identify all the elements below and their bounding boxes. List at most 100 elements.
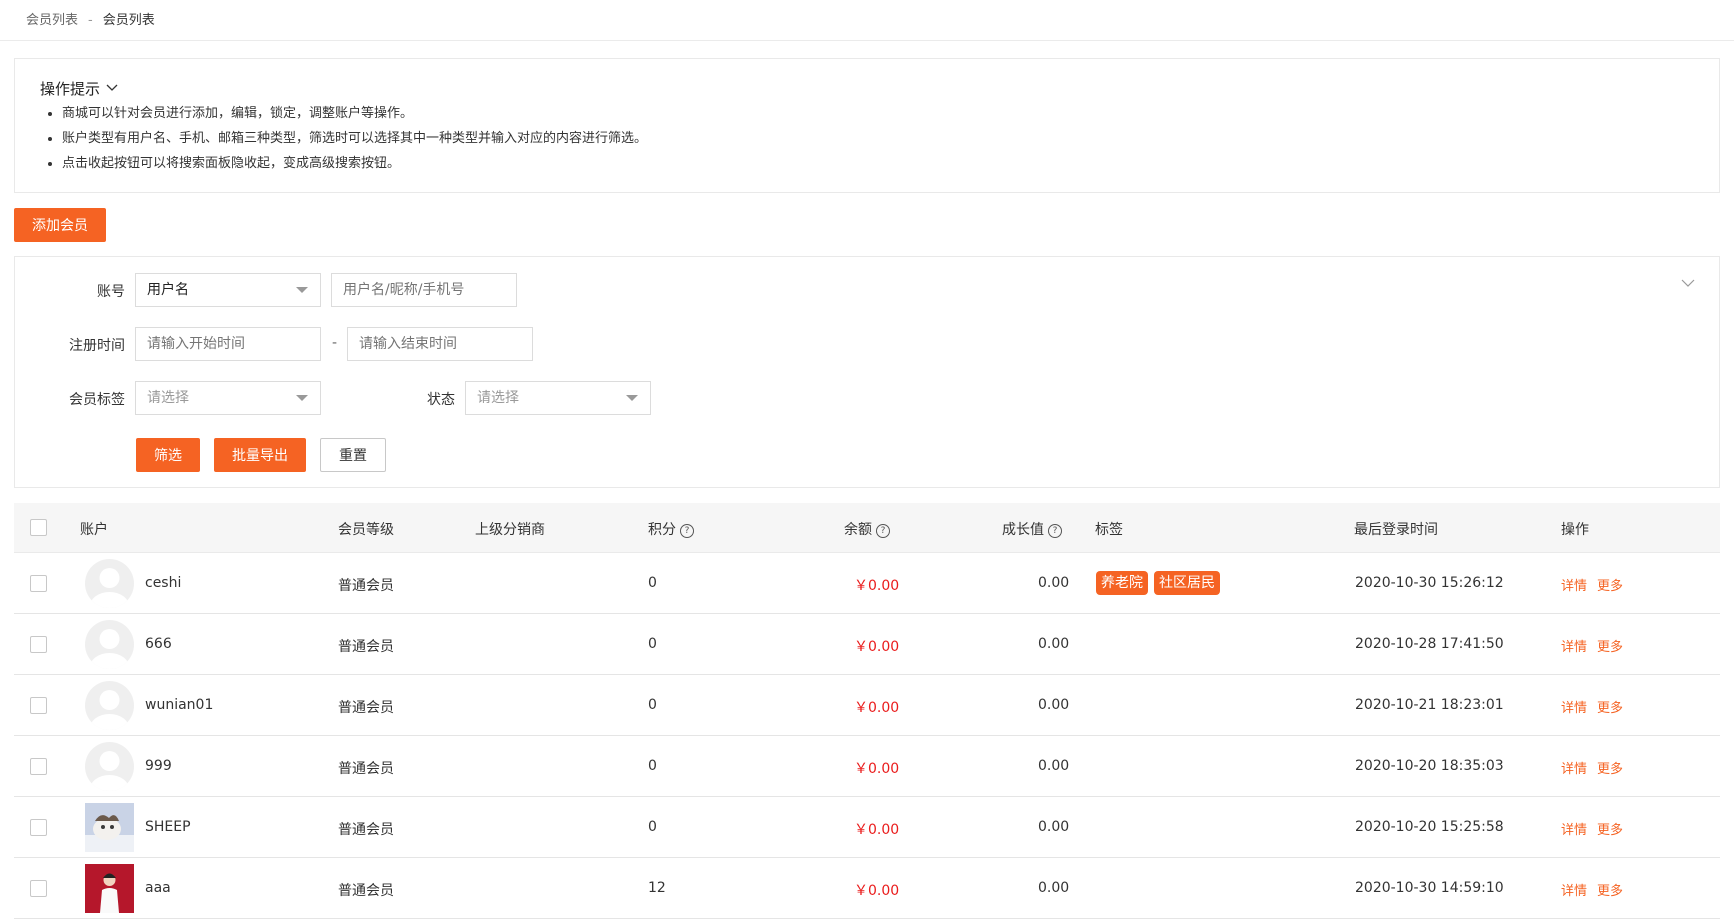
detail-link[interactable]: 详情 (1561, 640, 1587, 655)
breadcrumb: 会员列表 - 会员列表 (26, 9, 155, 28)
balance: ￥0.00 (854, 639, 900, 655)
reg-time-label: 注册时间 (69, 338, 125, 354)
more-link[interactable]: 更多 (1597, 701, 1623, 716)
points: 12 (648, 880, 666, 896)
more-link[interactable]: 更多 (1597, 762, 1623, 777)
member-level: 普通会员 (338, 822, 394, 838)
status-label: 状态 (427, 392, 455, 408)
account-search-input[interactable] (331, 273, 517, 307)
member-tag: 养老院 (1096, 571, 1148, 595)
status-select[interactable]: 请选择 (465, 381, 651, 415)
more-link[interactable]: 更多 (1597, 579, 1623, 594)
avatar (85, 864, 134, 913)
balance: ￥0.00 (854, 822, 900, 838)
table-row: aaa 普通会员 12 ￥0.00 0.00 2020-10-30 14:59:… (14, 858, 1720, 919)
end-time-input[interactable] (347, 327, 533, 361)
row-checkbox[interactable] (30, 636, 47, 653)
batch-export-button[interactable]: 批量导出 (214, 438, 306, 472)
account-type-select[interactable]: 用户名 (135, 273, 321, 307)
row-checkbox[interactable] (30, 575, 47, 592)
row-checkbox[interactable] (30, 880, 47, 897)
last-login-time: 2020-10-20 15:25:58 (1355, 819, 1504, 835)
col-tags: 标签 (1095, 522, 1123, 538)
col-distributor: 上级分销商 (475, 522, 545, 538)
tips-list: 商城可以针对会员进行添加，编辑，锁定，调整账户等操作。 账户类型有用户名、手机、… (40, 101, 647, 176)
range-separator: - (332, 335, 338, 351)
points: 0 (648, 636, 657, 652)
col-level: 会员等级 (338, 522, 394, 538)
member-tag-select[interactable]: 请选择 (135, 381, 321, 415)
add-member-button[interactable]: 添加会员 (14, 208, 106, 242)
tips-toggle[interactable]: 操作提示 (40, 78, 118, 99)
balance: ￥0.00 (854, 761, 900, 777)
table-row: SHEEP 普通会员 0 ￥0.00 0.00 2020-10-20 15:25… (14, 797, 1720, 858)
growth-value: 0.00 (1038, 575, 1070, 591)
detail-link[interactable]: 详情 (1561, 884, 1587, 899)
member-level: 普通会员 (338, 700, 394, 716)
reset-button[interactable]: 重置 (320, 438, 386, 472)
last-login-time: 2020-10-28 17:41:50 (1355, 636, 1504, 652)
balance: ￥0.00 (854, 883, 900, 899)
last-login-time: 2020-10-20 18:35:03 (1355, 758, 1504, 774)
tip-item: 账户类型有用户名、手机、邮箱三种类型，筛选时可以选择其中一种类型并输入对应的内容… (62, 126, 647, 151)
table-row: 999 普通会员 0 ￥0.00 0.00 2020-10-20 18:35:0… (14, 736, 1720, 797)
more-link[interactable]: 更多 (1597, 823, 1623, 838)
col-growth: 成长值? (1002, 519, 1062, 539)
points: 0 (648, 575, 657, 591)
points: 0 (648, 758, 657, 774)
more-link[interactable]: 更多 (1597, 640, 1623, 655)
tag-list: 养老院 社区居民 (1096, 571, 1226, 595)
more-link[interactable]: 更多 (1597, 884, 1623, 899)
member-level: 普通会员 (338, 639, 394, 655)
detail-link[interactable]: 详情 (1561, 762, 1587, 777)
account-name: ceshi (145, 575, 182, 591)
collapse-panel-icon[interactable] (1681, 275, 1695, 291)
row-actions: 详情 更多 (1561, 819, 1633, 838)
account-name: aaa (145, 880, 171, 896)
avatar (85, 559, 134, 608)
growth-value: 0.00 (1038, 697, 1070, 713)
breadcrumb-parent[interactable]: 会员列表 (26, 13, 78, 28)
last-login-time: 2020-10-30 15:26:12 (1355, 575, 1504, 591)
table-header: 账户 会员等级 上级分销商 积分? 余额? 成长值? 标签 最后登录时间 操作 (14, 503, 1720, 553)
select-all-checkbox[interactable] (30, 519, 47, 536)
row-actions: 详情 更多 (1561, 575, 1633, 594)
row-actions: 详情 更多 (1561, 758, 1633, 777)
chevron-down-icon (106, 78, 118, 96)
account-name: wunian01 (145, 697, 214, 713)
detail-link[interactable]: 详情 (1561, 823, 1587, 838)
row-actions: 详情 更多 (1561, 636, 1633, 655)
help-icon[interactable]: ? (1048, 524, 1062, 538)
table-row: 666 普通会员 0 ￥0.00 0.00 2020-10-28 17:41:5… (14, 614, 1720, 675)
member-tag: 社区居民 (1154, 571, 1220, 595)
last-login-time: 2020-10-30 14:59:10 (1355, 880, 1504, 896)
balance: ￥0.00 (854, 578, 900, 594)
col-balance: 余额? (844, 519, 890, 539)
growth-value: 0.00 (1038, 880, 1070, 896)
search-panel: 账号 用户名 注册时间 - 会员标签 请选择 状态 请选择 筛选 批量导出 重置 (14, 256, 1720, 488)
help-icon[interactable]: ? (876, 524, 890, 538)
growth-value: 0.00 (1038, 758, 1070, 774)
member-tag-label: 会员标签 (69, 392, 125, 408)
header-divider (0, 40, 1734, 41)
detail-link[interactable]: 详情 (1561, 579, 1587, 594)
table-row: ceshi 普通会员 0 ￥0.00 0.00 养老院 社区居民 2020-10-… (14, 553, 1720, 614)
account-name: 666 (145, 636, 172, 652)
tip-item: 点击收起按钮可以将搜索面板隐收起，变成高级搜索按钮。 (62, 151, 647, 176)
account-name: SHEEP (145, 819, 191, 835)
row-checkbox[interactable] (30, 819, 47, 836)
balance: ￥0.00 (854, 700, 900, 716)
row-actions: 详情 更多 (1561, 880, 1633, 899)
col-points-label: 积分 (648, 522, 676, 538)
row-checkbox[interactable] (30, 697, 47, 714)
detail-link[interactable]: 详情 (1561, 701, 1587, 716)
start-time-input[interactable] (135, 327, 321, 361)
row-checkbox[interactable] (30, 758, 47, 775)
operation-tips-panel: 操作提示 商城可以针对会员进行添加，编辑，锁定，调整账户等操作。 账户类型有用户… (14, 58, 1720, 193)
account-label: 账号 (97, 284, 125, 300)
col-growth-label: 成长值 (1002, 522, 1044, 538)
col-actions: 操作 (1561, 522, 1589, 538)
breadcrumb-separator: - (88, 13, 93, 28)
help-icon[interactable]: ? (680, 524, 694, 538)
filter-button[interactable]: 筛选 (136, 438, 200, 472)
